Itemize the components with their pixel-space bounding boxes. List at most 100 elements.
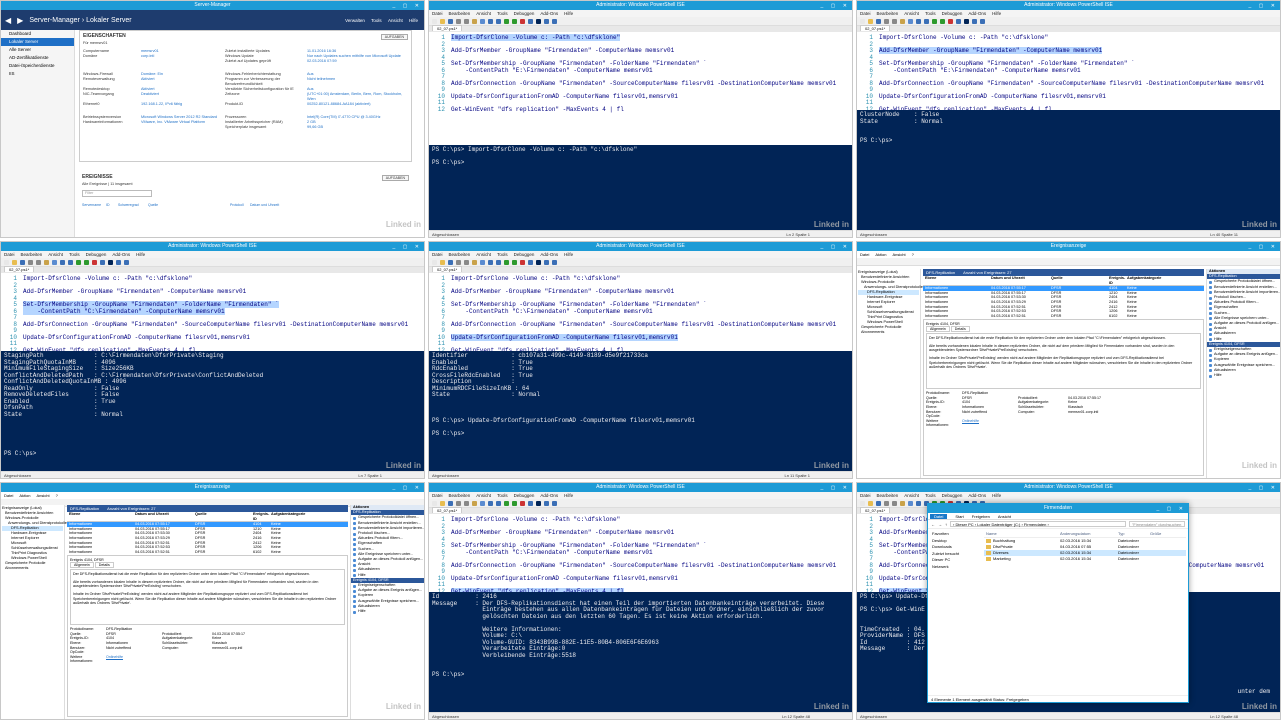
menu-item[interactable]: Ansicht bbox=[476, 493, 491, 498]
console-pane[interactable]: Id : 2416 Message : Der DFS-Replikations… bbox=[429, 592, 852, 714]
paste-icon[interactable] bbox=[44, 259, 49, 265]
console-pane[interactable]: Identifier : cb107a31-499c-4149-8189-d5e… bbox=[429, 351, 852, 473]
open-icon[interactable] bbox=[12, 259, 17, 265]
open-icon[interactable] bbox=[868, 500, 873, 506]
event-field[interactable]: Onlinehilfe bbox=[106, 655, 162, 664]
menu-item[interactable]: Tools bbox=[497, 252, 508, 257]
console-icon[interactable] bbox=[536, 259, 541, 265]
console-pane[interactable]: StagingPath : C:\Firmendaten\DfsrPrivate… bbox=[1, 351, 424, 473]
remote-icon[interactable] bbox=[528, 259, 533, 265]
column-header[interactable]: Aufgabenkategorie bbox=[271, 512, 348, 521]
copy-icon[interactable] bbox=[464, 259, 469, 265]
new-file-icon[interactable] bbox=[4, 259, 9, 265]
property-value[interactable]: 99,66 GB bbox=[307, 125, 408, 130]
property-value[interactable]: Deaktiviert bbox=[141, 92, 225, 102]
remote-icon[interactable] bbox=[956, 18, 961, 24]
menu-item[interactable]: Bearbeiten bbox=[449, 11, 471, 16]
col-datetime[interactable]: Datum und Uhrzeit bbox=[250, 203, 412, 207]
paste-icon[interactable] bbox=[472, 500, 477, 506]
paste-icon[interactable] bbox=[472, 18, 477, 24]
menu-tools[interactable]: Tools bbox=[371, 18, 382, 23]
run-selection-icon[interactable] bbox=[512, 259, 517, 265]
menu-item[interactable]: Tools bbox=[925, 493, 936, 498]
redo-icon[interactable] bbox=[496, 500, 501, 506]
property-value[interactable]: Aktiviert bbox=[141, 77, 225, 87]
redo-icon[interactable] bbox=[924, 18, 929, 24]
back-icon[interactable]: ◀ bbox=[5, 16, 11, 25]
tree-item[interactable]: Abonnements bbox=[858, 330, 919, 335]
script-tab[interactable]: 02_07.ps1* bbox=[4, 266, 35, 272]
cut-icon[interactable] bbox=[884, 500, 889, 506]
save-icon[interactable] bbox=[876, 18, 881, 24]
address-input[interactable]: › Dieser PC › Lokaler Datenträger (C:) ›… bbox=[950, 521, 1126, 527]
up-icon[interactable]: ↑ bbox=[945, 522, 947, 527]
tree-item[interactable]: Abonnements bbox=[2, 566, 63, 571]
menu-item[interactable]: Bearbeiten bbox=[449, 252, 471, 257]
save-icon[interactable] bbox=[20, 259, 25, 265]
script-tab[interactable]: 02_07.ps1* bbox=[432, 266, 463, 272]
menu-item[interactable]: Datei bbox=[860, 493, 871, 498]
console-pane[interactable]: PS C:\ps> Import-DfsrClone -Volume c: -P… bbox=[429, 145, 852, 232]
detail-tab[interactable]: Allgemein bbox=[926, 325, 950, 332]
save-icon[interactable] bbox=[448, 500, 453, 506]
column-header[interactable]: Quelle bbox=[1051, 276, 1109, 285]
property-value[interactable]: 00252-80121-88684-AA184 (aktiviert) bbox=[307, 102, 408, 107]
remote-icon[interactable] bbox=[528, 500, 533, 506]
detail-tab[interactable]: Details bbox=[950, 325, 970, 332]
ribbon-tab[interactable]: Start bbox=[955, 514, 963, 519]
cut-icon[interactable] bbox=[456, 18, 461, 24]
stop-icon[interactable] bbox=[92, 259, 97, 265]
menu-item[interactable]: Add-Ons bbox=[540, 11, 558, 16]
menu-item[interactable]: Debuggen bbox=[942, 11, 963, 16]
detail-tab[interactable]: Details bbox=[94, 561, 114, 568]
new-file-icon[interactable] bbox=[432, 18, 437, 24]
script-tab[interactable]: 02_07.ps1* bbox=[860, 507, 891, 513]
property-value[interactable]: Nicht teilnehmen bbox=[307, 77, 408, 87]
open-icon[interactable] bbox=[440, 259, 445, 265]
column-header[interactable]: Datum und Uhrzeit bbox=[135, 512, 195, 521]
redo-icon[interactable] bbox=[68, 259, 73, 265]
help-icon[interactable] bbox=[980, 18, 985, 24]
menu-item[interactable]: Bearbeiten bbox=[877, 493, 899, 498]
run-selection-icon[interactable] bbox=[940, 18, 945, 24]
window-controls[interactable]: _ ▢ ✕ bbox=[1249, 2, 1278, 11]
event-row[interactable]: Informationen 04.03.2016 07:52:51 DFSR 6102… bbox=[923, 314, 1204, 319]
pane-icon[interactable] bbox=[544, 259, 549, 265]
undo-icon[interactable] bbox=[488, 18, 493, 24]
open-icon[interactable] bbox=[440, 18, 445, 24]
cut-icon[interactable] bbox=[456, 259, 461, 265]
new-file-icon[interactable] bbox=[860, 18, 865, 24]
menu-item[interactable]: Debuggen bbox=[514, 11, 535, 16]
copy-icon[interactable] bbox=[892, 18, 897, 24]
stop-icon[interactable] bbox=[520, 259, 525, 265]
save-icon[interactable] bbox=[448, 18, 453, 24]
property-value[interactable]: 192.168.1.22, IPv6 fähig bbox=[141, 102, 225, 107]
redo-icon[interactable] bbox=[496, 259, 501, 265]
console-icon[interactable] bbox=[964, 18, 969, 24]
run-icon[interactable] bbox=[504, 500, 509, 506]
sidebar-item-local-server[interactable]: Lokaler Server bbox=[1, 38, 74, 46]
paste-icon[interactable] bbox=[900, 500, 905, 506]
column-header[interactable]: Datum und Uhrzeit bbox=[991, 276, 1051, 285]
forward-icon[interactable]: ▶ bbox=[17, 16, 23, 25]
menu-item[interactable]: Debuggen bbox=[942, 493, 963, 498]
menu-item[interactable]: Tools bbox=[497, 11, 508, 16]
pane-icon[interactable] bbox=[116, 259, 121, 265]
menu-item[interactable]: Tools bbox=[69, 252, 80, 257]
help-icon[interactable] bbox=[552, 500, 557, 506]
col-log[interactable]: Protokoll bbox=[230, 203, 250, 207]
column-header[interactable]: Name bbox=[986, 531, 1060, 537]
events-tasks-button[interactable]: AUFGABEN bbox=[381, 175, 409, 181]
menu-item[interactable]: Tools bbox=[497, 493, 508, 498]
open-icon[interactable] bbox=[440, 500, 445, 506]
menu-item[interactable]: Datei bbox=[432, 493, 443, 498]
copy-icon[interactable] bbox=[892, 500, 897, 506]
sidebar-item-ad-cs[interactable]: AD-Zertifikatdienste bbox=[1, 54, 74, 62]
column-header[interactable]: Quelle bbox=[195, 512, 253, 521]
sidebar-item-file-storage[interactable]: Datei-/Speicherdienste bbox=[1, 62, 74, 70]
column-header[interactable]: Ereignis-ID bbox=[253, 512, 271, 521]
open-icon[interactable] bbox=[868, 18, 873, 24]
clear-icon[interactable] bbox=[52, 259, 57, 265]
run-selection-icon[interactable] bbox=[512, 18, 517, 24]
cut-icon[interactable] bbox=[456, 500, 461, 506]
